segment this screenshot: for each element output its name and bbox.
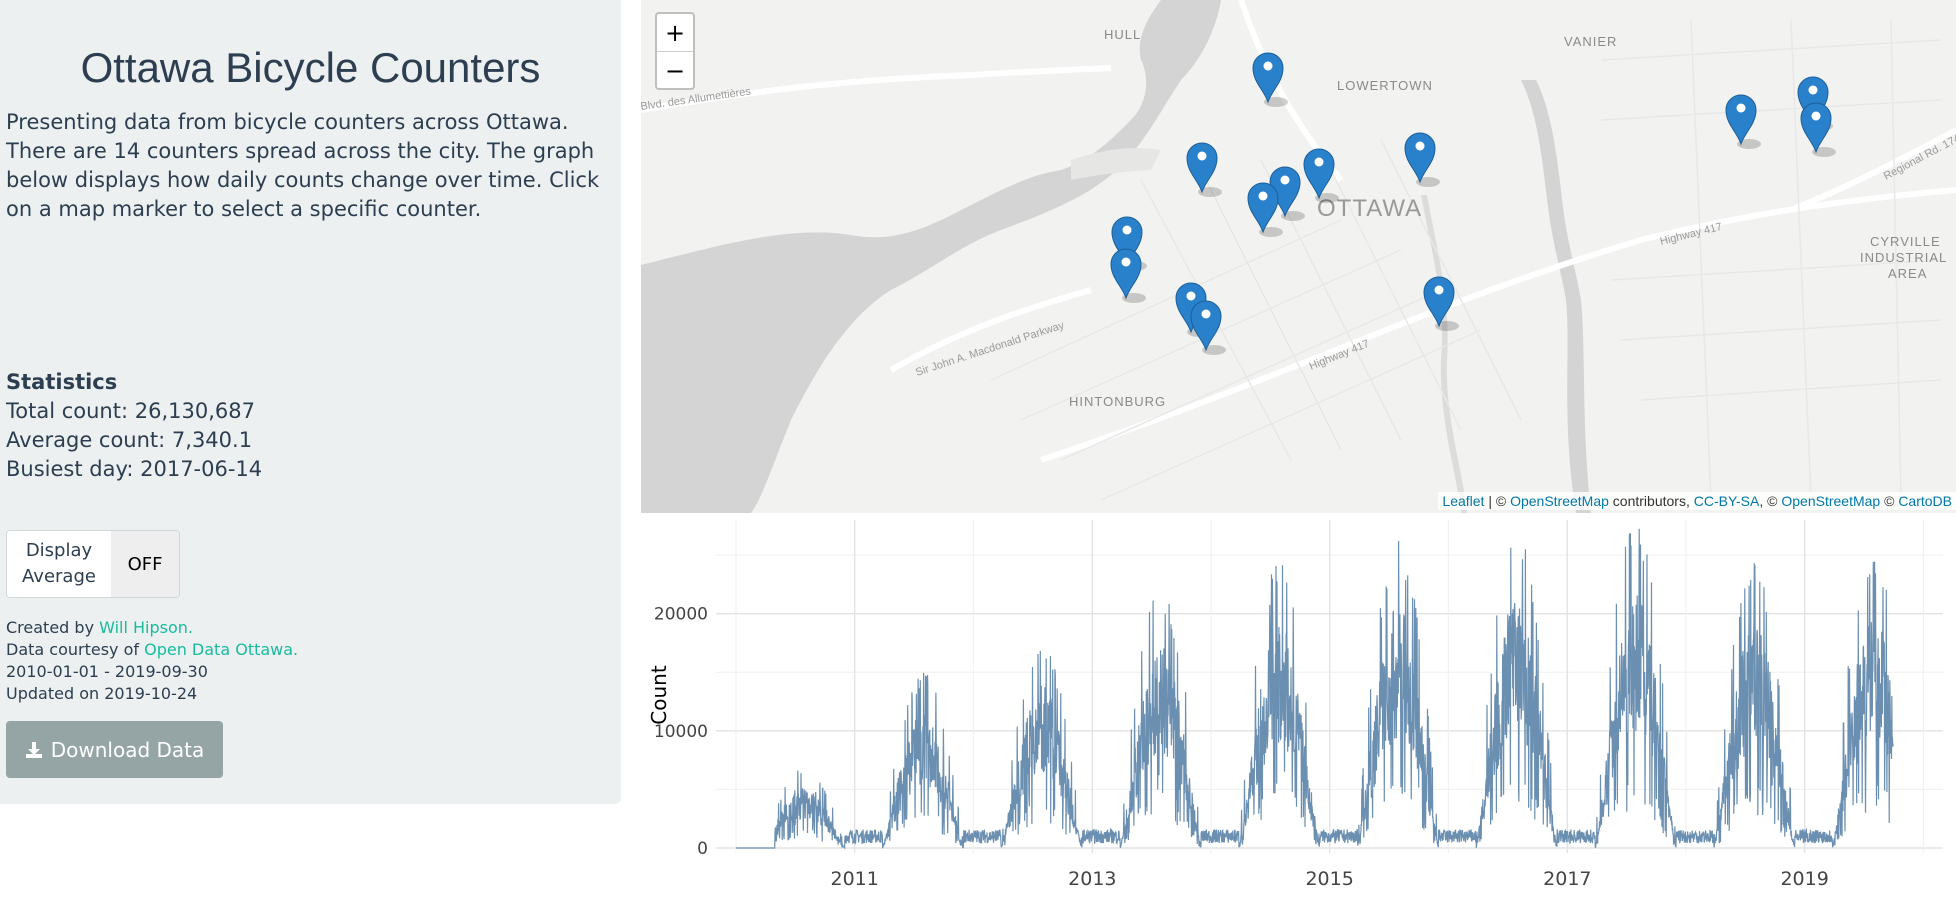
- attribution-sep1: | ©: [1484, 493, 1511, 509]
- x-tick-label: 2015: [1305, 868, 1353, 890]
- label-hintonburg: HINTONBURG: [1069, 394, 1166, 409]
- created-by-line: Created by Will Hipson.: [6, 617, 298, 639]
- attribution-sep3: ©: [1880, 493, 1899, 509]
- osm-link[interactable]: OpenStreetMap: [1510, 493, 1609, 509]
- download-data-button[interactable]: Download Data: [6, 721, 223, 778]
- y-axis-label: Count: [647, 665, 671, 725]
- display-average-toggle[interactable]: Display Average OFF: [6, 530, 180, 598]
- map-attribution: Leaflet | © OpenStreetMap contributors, …: [1438, 492, 1956, 510]
- created-by-prefix: Created by: [6, 618, 100, 637]
- road-allumettieres: [641, 65, 1112, 113]
- label-lowertown: LOWERTOWN: [1337, 78, 1433, 93]
- label-hull: HULL: [1104, 27, 1141, 42]
- x-axis-ticks: 2011 2013 2015 2017 2019: [830, 868, 1828, 890]
- download-label: Download Data: [50, 737, 205, 762]
- y-tick-label: 20000: [654, 605, 708, 625]
- data-courtesy-line: Data courtesy of Open Data Ottawa.: [6, 639, 298, 661]
- counter-marker[interactable]: [1252, 52, 1288, 107]
- statistics-heading: Statistics: [6, 370, 118, 394]
- attribution-contributors: contributors,: [1608, 493, 1694, 509]
- x-tick-label: 2019: [1780, 868, 1828, 890]
- zoom-in-button[interactable]: +: [657, 14, 693, 52]
- data-courtesy-prefix: Data courtesy of: [6, 640, 145, 659]
- x-tick-label: 2017: [1543, 868, 1591, 890]
- counter-marker[interactable]: [1800, 102, 1836, 157]
- series-line: [736, 528, 1894, 850]
- osm-link-2[interactable]: OpenStreetMap: [1781, 493, 1880, 509]
- label-area: AREA: [1888, 266, 1927, 281]
- map-tiles: HULL VANIER LOWERTOWN OTTAWA CYRVILLE IN…: [641, 0, 1956, 513]
- label-vanier: VANIER: [1564, 34, 1617, 49]
- average-count: Average count: 7,340.1: [6, 428, 253, 452]
- rideau-river: [1521, 80, 1591, 513]
- label-industrial: INDUSTRIAL: [1860, 250, 1947, 265]
- zoom-control: + −: [655, 12, 695, 90]
- counter-marker[interactable]: [1725, 94, 1761, 149]
- ccbysa-link[interactable]: CC-BY-SA: [1694, 493, 1760, 509]
- open-data-link[interactable]: Open Data Ottawa.: [144, 640, 298, 659]
- statistics-section: Statistics Total count: 26,130,687 Avera…: [6, 368, 606, 484]
- label-cyrville: CYRVILLE: [1870, 234, 1941, 249]
- x-tick-label: 2011: [830, 868, 878, 890]
- zoom-out-button[interactable]: −: [657, 52, 693, 89]
- total-count: Total count: 26,130,687: [6, 399, 255, 423]
- counter-marker[interactable]: [1404, 132, 1440, 187]
- counter-marker[interactable]: [1186, 142, 1222, 197]
- road-label-417-b: Highway 417: [1659, 221, 1724, 248]
- leaflet-link[interactable]: Leaflet: [1442, 493, 1484, 509]
- road-417: [1040, 187, 1956, 463]
- credits: Created by Will Hipson. Data courtesy of…: [6, 617, 298, 705]
- daily-count-chart: 01000020000 2011 2013 2015 2017 2019 Count: [647, 520, 1943, 890]
- author-link[interactable]: Will Hipson.: [99, 618, 193, 637]
- cartodb-link[interactable]: CartoDB: [1898, 493, 1952, 509]
- download-icon: [25, 741, 42, 758]
- x-tick-label: 2013: [1068, 868, 1116, 890]
- date-range: 2010-01-01 - 2019-09-30: [6, 662, 208, 681]
- intro-text: Presenting data from bicycle counters ac…: [6, 110, 600, 221]
- toggle-label: Display Average: [7, 531, 111, 597]
- map-view[interactable]: HULL VANIER LOWERTOWN OTTAWA CYRVILLE IN…: [641, 0, 1956, 513]
- toggle-state[interactable]: OFF: [111, 531, 179, 597]
- sidebar-panel: Ottawa Bicycle Counters Presenting data …: [0, 0, 621, 804]
- y-axis-ticks: 01000020000: [654, 605, 708, 859]
- updated-date: Updated on 2019-10-24: [6, 684, 198, 703]
- attribution-sep2: , ©: [1759, 493, 1782, 509]
- river-island: [1071, 148, 1161, 180]
- busiest-day: Busiest day: 2017-06-14: [6, 457, 263, 481]
- y-tick-label: 0: [697, 839, 708, 859]
- counter-markers[interactable]: [1110, 52, 1836, 355]
- counter-marker[interactable]: [1110, 248, 1146, 303]
- app-title: Ottawa Bicycle Counters: [80, 44, 541, 91]
